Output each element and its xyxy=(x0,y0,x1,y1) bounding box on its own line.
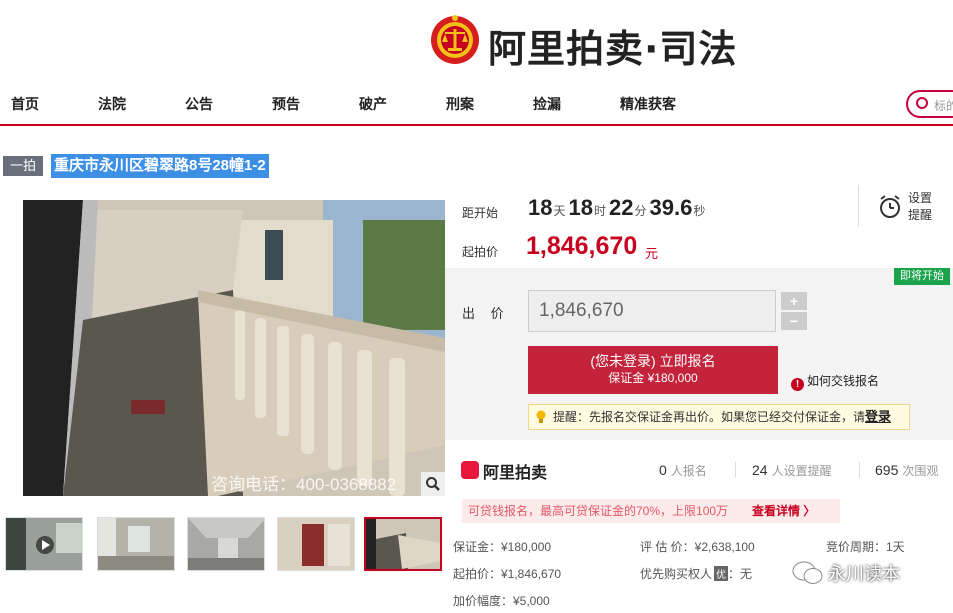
thumbnail-image xyxy=(366,519,440,569)
countdown-hours-unit: 时 xyxy=(593,204,606,218)
divider xyxy=(858,185,859,227)
view-count: 695 次围观 xyxy=(875,462,938,479)
start-price-unit: 元 xyxy=(645,246,659,261)
nav-item-bankruptcy[interactable]: 破产 xyxy=(359,94,387,114)
search-icon xyxy=(916,97,928,109)
signup-count: 0 人报名 xyxy=(659,462,707,479)
page-title: 重庆市永川区碧翠路8号28幢1-2 xyxy=(51,154,269,178)
nav-item-criminal[interactable]: 刑案 xyxy=(446,94,474,114)
countdown-minutes: 22 xyxy=(609,195,634,220)
thumbnail-image xyxy=(6,518,82,570)
nav-item-bargain[interactable]: 捡漏 xyxy=(533,94,561,114)
how-to-pay-label: 如何交钱报名 xyxy=(807,374,880,388)
how-to-pay-link[interactable]: ! 如何交钱报名 xyxy=(791,372,879,391)
countdown-days-unit: 天 xyxy=(553,204,566,218)
thumbnail-image xyxy=(188,518,264,570)
lightbulb-icon xyxy=(536,410,546,423)
start-price-label: 起拍价 xyxy=(462,245,499,259)
login-tip: 提醒：先报名交保证金再出价。如果您已经交付保证金，请登录 xyxy=(528,404,910,430)
status-badge: 即将开始 xyxy=(894,268,950,285)
tip-text: 提醒：先报名交保证金再出价。如果您已经交付保证金，请 xyxy=(553,410,866,424)
register-button[interactable]: (您未登录) 立即报名 保证金 ¥180,000 xyxy=(528,346,778,394)
decrease-bid-button[interactable]: − xyxy=(781,312,807,330)
bid-label: 出 价 xyxy=(462,306,510,321)
stat-divider xyxy=(859,462,860,478)
wechat-icon xyxy=(792,561,823,584)
bid-amount-input[interactable] xyxy=(528,290,776,332)
thumbnail-video[interactable] xyxy=(5,517,83,571)
appraisal-detail: 评 估 价：¥2,638,100 xyxy=(640,540,755,554)
view-label: 次围观 xyxy=(902,464,939,478)
countdown-minutes-unit: 分 xyxy=(634,204,647,218)
nav-item-court[interactable]: 法院 xyxy=(98,94,126,114)
countdown-days: 18 xyxy=(528,195,553,220)
court-emblem-icon xyxy=(431,15,479,64)
start-price-value: 1,846,670 xyxy=(526,232,638,260)
increment-detail: 加价幅度：¥5,000 xyxy=(453,594,550,608)
alarm-clock-icon xyxy=(880,195,900,218)
deposit-detail: 保证金：¥180,000 xyxy=(453,540,552,554)
priority-label: 优先购买权人 xyxy=(640,567,713,581)
phone-watermark: 咨询电话：400-0368882 xyxy=(211,475,397,494)
countdown-hours: 18 xyxy=(568,195,593,220)
alibaba-auction-logo-icon xyxy=(461,461,479,479)
thumbnail-5-active[interactable] xyxy=(364,517,442,571)
loan-banner: 可贷钱报名，最高可贷保证金的70%，上限100万 查看详情 〉 xyxy=(462,499,840,523)
loan-details-link[interactable]: 查看详情 〉 xyxy=(752,499,815,523)
nav-item-precise[interactable]: 精准获客 xyxy=(620,94,676,114)
main-property-image[interactable]: 咨询电话：400-0368882 xyxy=(3,200,445,496)
reminder-count-label: 人设置提醒 xyxy=(771,464,832,478)
site-brand[interactable]: 阿里拍卖·司法 xyxy=(488,18,737,73)
balcony-photo xyxy=(3,200,445,496)
stat-divider xyxy=(735,462,736,478)
countdown-seconds: 39.6 xyxy=(649,195,693,220)
countdown-seconds-unit: 秒 xyxy=(693,204,706,218)
countdown-timer: 18天 18时 22分 39.6秒 xyxy=(528,195,708,221)
nav-item-announcement[interactable]: 公告 xyxy=(185,94,213,114)
reminder-label: 设置提醒 xyxy=(908,191,933,222)
search-placeholder: 标的 xyxy=(934,99,953,113)
zoom-button[interactable] xyxy=(421,472,445,496)
bid-cycle-detail: 竞价周期：1天 xyxy=(826,540,905,554)
signup-number: 0 xyxy=(659,462,667,478)
loan-text: 可贷钱报名，最高可贷保证金的70%，上限100万 xyxy=(468,504,729,518)
thumbnail-4[interactable] xyxy=(277,517,355,571)
auction-stats: 阿里拍卖 0 人报名 24 人设置提醒 695 次围观 xyxy=(445,450,953,490)
wechat-account-name: 永川读本 xyxy=(828,564,900,584)
wechat-watermark: 永川读本 xyxy=(790,558,940,588)
login-link[interactable]: 登录 xyxy=(865,409,891,424)
auction-page: 阿里拍卖·司法 首页 法院 公告 预告 破产 刑案 捡漏 精准获客 标的 一拍 … xyxy=(0,0,953,613)
thumbnail-image xyxy=(278,518,354,570)
stats-brand: 阿里拍卖 xyxy=(483,465,548,482)
nav-item-home[interactable]: 首页 xyxy=(11,94,39,114)
register-button-label: (您未登录) 立即报名 xyxy=(590,353,716,369)
thumbnail-3[interactable] xyxy=(187,517,265,571)
round-badge: 一拍 xyxy=(3,156,43,176)
priority-value: ：无 xyxy=(728,567,753,581)
info-icon: ! xyxy=(791,378,804,391)
nav-item-preview[interactable]: 预告 xyxy=(272,94,300,114)
search-input[interactable]: 标的 xyxy=(906,90,953,118)
reminder-count: 24 人设置提醒 xyxy=(752,462,832,479)
view-number: 695 xyxy=(875,462,899,478)
thumbnail-image xyxy=(98,518,174,570)
start-price-detail: 起拍价：¥1,846,670 xyxy=(453,567,562,581)
countdown-label: 距开始 xyxy=(462,206,499,220)
reminder-number: 24 xyxy=(752,462,768,478)
set-reminder-button[interactable]: 设置提醒 xyxy=(878,190,938,224)
register-deposit-label: 保证金 ¥180,000 xyxy=(608,371,698,385)
site-header: 阿里拍卖·司法 xyxy=(0,0,953,82)
thumbnail-2[interactable] xyxy=(97,517,175,571)
magnifier-icon xyxy=(426,477,440,491)
signup-label: 人报名 xyxy=(670,464,707,478)
increase-bid-button[interactable]: + xyxy=(781,292,807,310)
priority-detail: 优先购买权人优：无 xyxy=(640,565,752,582)
main-nav: 首页 法院 公告 预告 破产 刑案 捡漏 精准获客 标的 xyxy=(0,82,953,126)
priority-tag: 优 xyxy=(714,566,729,581)
